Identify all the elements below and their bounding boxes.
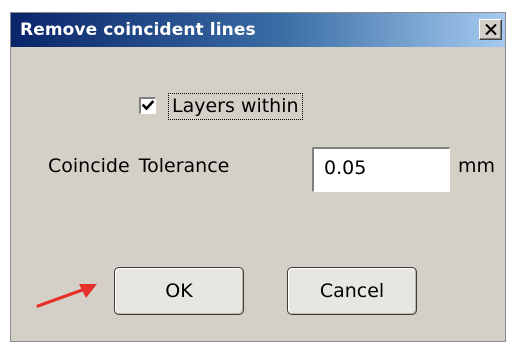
ok-button[interactable]: OK bbox=[114, 267, 244, 315]
dialog-title: Remove coincident lines bbox=[20, 20, 256, 40]
coincide-tolerance-label: Coincide Tolerance bbox=[48, 155, 230, 177]
checkmark-icon bbox=[141, 100, 155, 111]
remove-coincident-lines-dialog: Remove coincident lines Layers within Co… bbox=[10, 12, 506, 342]
tolerance-unit-label: mm bbox=[458, 155, 496, 177]
red-arrow-icon bbox=[36, 284, 97, 308]
layers-within-checkbox[interactable] bbox=[139, 97, 156, 114]
close-button[interactable] bbox=[479, 19, 502, 40]
cancel-button[interactable]: Cancel bbox=[287, 267, 417, 315]
layers-within-label[interactable]: Layers within bbox=[168, 93, 303, 120]
close-icon bbox=[485, 24, 497, 35]
title-bar[interactable]: Remove coincident lines bbox=[11, 13, 505, 47]
coincide-tolerance-input[interactable]: 0.05 bbox=[312, 147, 450, 192]
